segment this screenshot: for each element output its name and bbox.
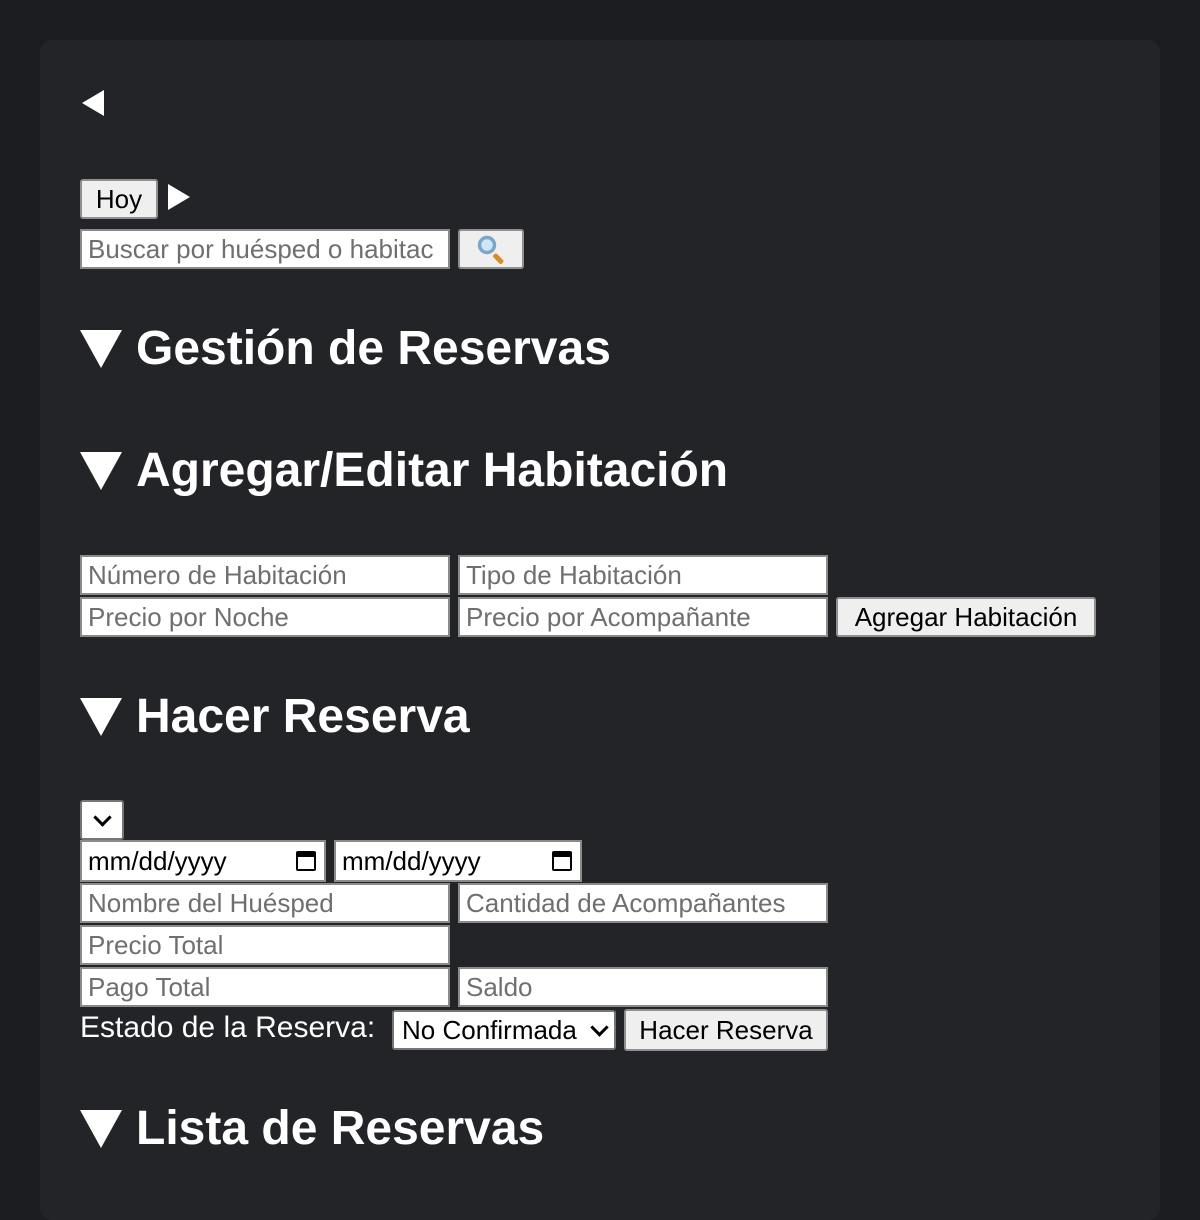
- room-number-input[interactable]: Número de Habitación: [80, 555, 450, 595]
- chevron-down-icon: [92, 807, 112, 827]
- balance-input[interactable]: Saldo: [458, 967, 828, 1007]
- today-button[interactable]: Hoy: [80, 179, 158, 219]
- section-management-heading[interactable]: Gestión de Reservas: [80, 325, 611, 373]
- section-reservation-list-heading[interactable]: Lista de Reservas: [80, 1105, 544, 1153]
- section-management-title: Gestión de Reservas: [136, 322, 611, 375]
- triangle-down-icon: [80, 1110, 122, 1148]
- status-label: Estado de la Reserva:: [80, 1011, 376, 1044]
- price-per-night-input[interactable]: Precio por Noche: [80, 597, 450, 637]
- total-payment-input[interactable]: Pago Total: [80, 967, 450, 1007]
- prev-triangle-left-icon[interactable]: [82, 90, 104, 116]
- triangle-down-icon: [80, 452, 122, 490]
- triangle-down-icon: [80, 698, 122, 736]
- room-select[interactable]: [80, 800, 124, 840]
- status-select-value: No Confirmada: [402, 1014, 577, 1045]
- chevron-down-icon: [590, 1017, 609, 1037]
- checkin-date-input[interactable]: mm/dd/yyyy: [80, 840, 326, 882]
- add-room-button[interactable]: Agregar Habitación: [836, 597, 1096, 637]
- checkin-date-text: mm/dd/yyyy: [88, 845, 227, 876]
- magnifying-glass-icon: [477, 235, 505, 265]
- next-triangle-right-icon[interactable]: [168, 184, 190, 210]
- section-make-reservation-title: Hacer Reserva: [136, 690, 470, 743]
- total-price-input[interactable]: Precio Total: [80, 925, 450, 965]
- search-button[interactable]: [458, 229, 524, 269]
- checkout-date-input[interactable]: mm/dd/yyyy: [334, 840, 582, 882]
- companions-count-input[interactable]: Cantidad de Acompañantes: [458, 883, 828, 923]
- make-reservation-button[interactable]: Hacer Reserva: [624, 1009, 828, 1051]
- section-add-room-heading[interactable]: Agregar/Editar Habitación: [80, 447, 728, 495]
- guest-name-input[interactable]: Nombre del Huésped: [80, 883, 450, 923]
- section-reservation-list-title: Lista de Reservas: [136, 1102, 545, 1155]
- calendar-icon[interactable]: [296, 851, 316, 871]
- status-select[interactable]: No Confirmada: [392, 1010, 616, 1050]
- room-type-input[interactable]: Tipo de Habitación: [458, 555, 828, 595]
- section-add-room-title: Agregar/Editar Habitación: [136, 444, 729, 497]
- triangle-down-icon: [80, 330, 122, 368]
- calendar-icon[interactable]: [552, 851, 572, 871]
- price-per-companion-input[interactable]: Precio por Acompañante: [458, 597, 828, 637]
- search-input[interactable]: Buscar por huésped o habitac: [80, 229, 450, 269]
- section-make-reservation-heading[interactable]: Hacer Reserva: [80, 693, 470, 741]
- app-panel: Hoy Buscar por huésped o habitac Gestión…: [40, 40, 1160, 1220]
- checkout-date-text: mm/dd/yyyy: [342, 845, 481, 876]
